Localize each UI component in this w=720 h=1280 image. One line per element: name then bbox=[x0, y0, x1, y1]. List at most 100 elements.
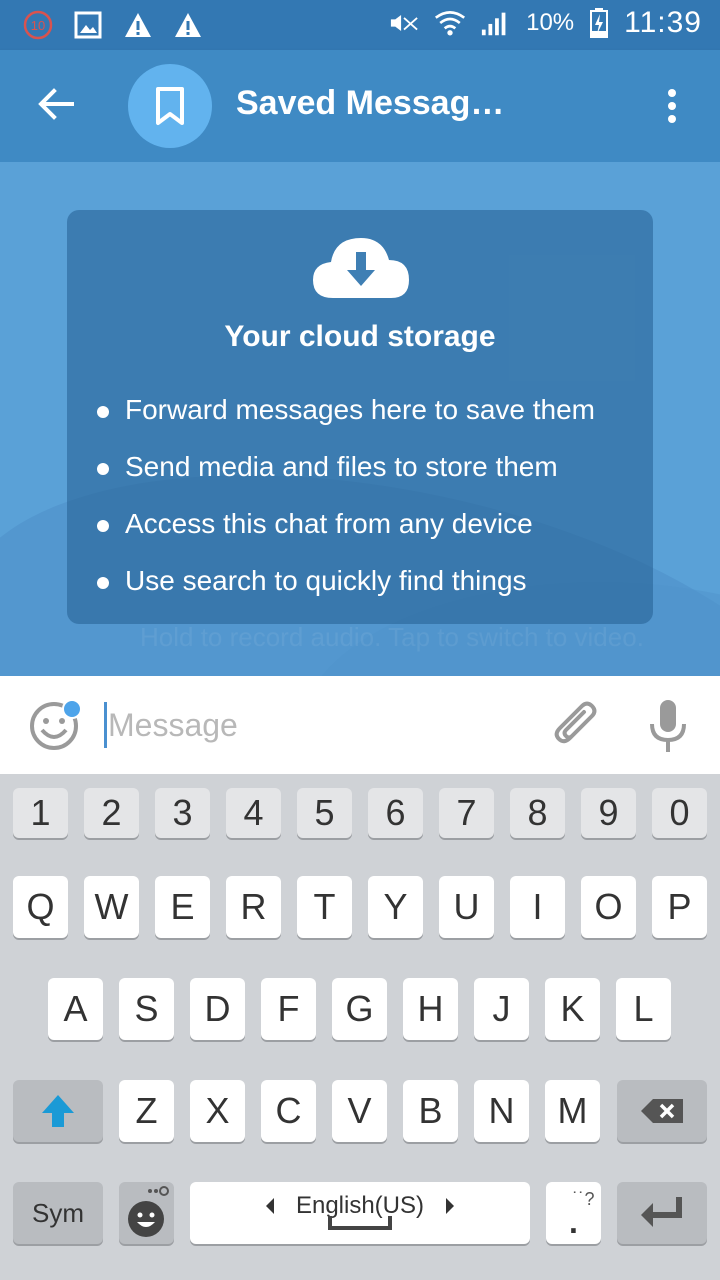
key-5[interactable]: 5 bbox=[297, 788, 352, 838]
microphone-icon bbox=[650, 700, 686, 752]
status-bar: 10 10% 11:39 bbox=[0, 0, 720, 50]
list-item-text: Forward messages here to save them bbox=[125, 394, 595, 425]
notification-count: 10 bbox=[31, 18, 45, 33]
key-f[interactable]: F bbox=[261, 978, 316, 1040]
key-h[interactable]: H bbox=[403, 978, 458, 1040]
list-item: Access this chat from any device bbox=[97, 508, 595, 565]
emoji-settings-icon bbox=[127, 1186, 169, 1237]
list-item: Send media and files to store them bbox=[97, 451, 595, 508]
message-input-bar bbox=[0, 676, 720, 774]
message-input[interactable] bbox=[108, 702, 528, 748]
clock: 11:39 bbox=[624, 6, 702, 39]
record-hint: Hold to record audio. Tap to switch to v… bbox=[140, 622, 644, 652]
chat-title[interactable]: Saved Messag… bbox=[236, 84, 504, 123]
battery-charging-icon bbox=[588, 6, 610, 40]
enter-icon bbox=[641, 1197, 682, 1227]
period-label: . bbox=[569, 1204, 578, 1240]
counter-10-icon: 10 bbox=[22, 8, 54, 42]
emoji-settings-key[interactable] bbox=[119, 1182, 174, 1244]
back-button[interactable] bbox=[30, 78, 82, 130]
mute-icon bbox=[388, 6, 420, 40]
chevron-right-icon bbox=[446, 1198, 455, 1214]
key-l[interactable]: L bbox=[616, 978, 671, 1040]
sym-key[interactable]: Sym bbox=[13, 1182, 103, 1244]
space-bar-icon bbox=[328, 1216, 392, 1230]
bullet bbox=[97, 463, 109, 475]
key-k[interactable]: K bbox=[545, 978, 600, 1040]
key-j[interactable]: J bbox=[474, 978, 529, 1040]
key-m[interactable]: M bbox=[545, 1080, 600, 1142]
key-v[interactable]: V bbox=[332, 1080, 387, 1142]
list-item: Use search to quickly find things bbox=[97, 565, 595, 622]
shift-arrow-icon bbox=[42, 1095, 74, 1127]
key-9[interactable]: 9 bbox=[581, 788, 636, 838]
key-c[interactable]: C bbox=[261, 1080, 316, 1142]
key-b[interactable]: B bbox=[403, 1080, 458, 1142]
cloud-download-icon bbox=[313, 238, 409, 298]
key-p[interactable]: P bbox=[652, 876, 707, 938]
key-z[interactable]: Z bbox=[119, 1080, 174, 1142]
microphone-button[interactable] bbox=[644, 698, 692, 754]
key-6[interactable]: 6 bbox=[368, 788, 423, 838]
key-0[interactable]: 0 bbox=[652, 788, 707, 838]
cloud-storage-card: Your cloud storage Forward messages here… bbox=[67, 210, 653, 624]
bullet bbox=[97, 577, 109, 589]
app-bar: Saved Messag… bbox=[0, 50, 720, 162]
key-t[interactable]: T bbox=[297, 876, 352, 938]
paperclip-icon bbox=[554, 701, 597, 744]
warning-icon bbox=[122, 8, 154, 42]
key-r[interactable]: R bbox=[226, 876, 281, 938]
key-d[interactable]: D bbox=[190, 978, 245, 1040]
key-a[interactable]: A bbox=[48, 978, 103, 1040]
card-feature-list: Forward messages here to save them Send … bbox=[97, 394, 595, 622]
period-key[interactable]: ˙˙? . bbox=[546, 1182, 601, 1244]
bullet bbox=[97, 406, 109, 418]
key-4[interactable]: 4 bbox=[226, 788, 281, 838]
list-item-text: Access this chat from any device bbox=[125, 508, 533, 539]
key-3[interactable]: 3 bbox=[155, 788, 210, 838]
notification-icons: 10 bbox=[22, 8, 204, 42]
attach-button[interactable] bbox=[550, 700, 602, 752]
bullet bbox=[97, 520, 109, 532]
key-g[interactable]: G bbox=[332, 978, 387, 1040]
key-n[interactable]: N bbox=[474, 1080, 529, 1142]
list-item-text: Send media and files to store them bbox=[125, 451, 558, 482]
key-o[interactable]: O bbox=[581, 876, 636, 938]
warning-icon bbox=[172, 8, 204, 42]
space-key[interactable]: English(US) bbox=[190, 1182, 530, 1244]
overflow-menu-button[interactable] bbox=[654, 80, 690, 132]
chat-avatar[interactable] bbox=[128, 64, 212, 148]
soft-keyboard: 1 2 3 4 5 6 7 8 9 0 Q W E R T Y U I O P … bbox=[0, 774, 720, 1280]
key-s[interactable]: S bbox=[119, 978, 174, 1040]
chevron-left-icon bbox=[265, 1198, 274, 1214]
backspace-icon bbox=[641, 1099, 683, 1123]
shift-key[interactable] bbox=[13, 1080, 103, 1142]
battery-percent: 10% bbox=[526, 9, 575, 36]
key-e[interactable]: E bbox=[155, 876, 210, 938]
key-x[interactable]: X bbox=[190, 1080, 245, 1142]
gallery-icon bbox=[72, 8, 104, 42]
key-w[interactable]: W bbox=[84, 876, 139, 938]
key-q[interactable]: Q bbox=[13, 876, 68, 938]
key-y[interactable]: Y bbox=[368, 876, 423, 938]
key-7[interactable]: 7 bbox=[439, 788, 494, 838]
enter-key[interactable] bbox=[617, 1182, 707, 1244]
text-cursor bbox=[104, 702, 107, 748]
key-u[interactable]: U bbox=[439, 876, 494, 938]
key-2[interactable]: 2 bbox=[84, 788, 139, 838]
system-icons: 10% 11:39 bbox=[388, 6, 702, 40]
wifi-icon bbox=[434, 6, 466, 40]
card-title: Your cloud storage bbox=[224, 320, 496, 353]
key-i[interactable]: I bbox=[510, 876, 565, 938]
backspace-key[interactable] bbox=[617, 1080, 707, 1142]
more-vertical-icon bbox=[668, 89, 676, 123]
signal-icon bbox=[480, 6, 512, 40]
key-8[interactable]: 8 bbox=[510, 788, 565, 838]
list-item-text: Use search to quickly find things bbox=[125, 565, 527, 596]
arrow-left-icon bbox=[38, 88, 74, 120]
key-1[interactable]: 1 bbox=[13, 788, 68, 838]
emoji-notification-dot bbox=[62, 699, 82, 719]
bookmark-icon bbox=[156, 87, 184, 125]
chat-area[interactable]: Hold to record audio. Tap to switch to v… bbox=[0, 162, 720, 676]
list-item: Forward messages here to save them bbox=[97, 394, 595, 451]
